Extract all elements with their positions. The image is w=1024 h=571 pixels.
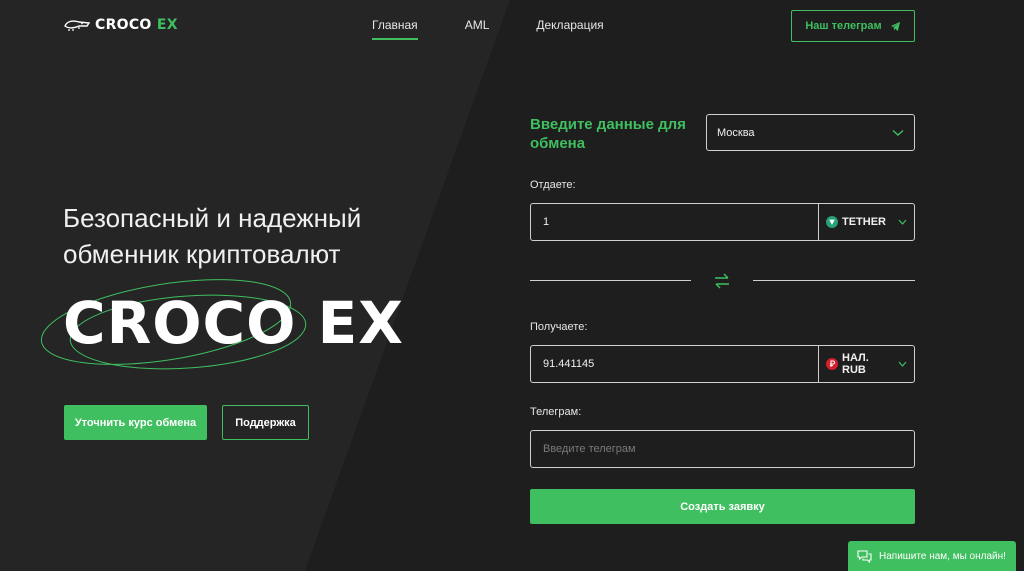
hero-brand: CROCO EX bbox=[63, 289, 404, 357]
city-select-value: Москва bbox=[717, 126, 755, 139]
ruble-icon bbox=[826, 358, 838, 370]
telegram-icon bbox=[890, 21, 900, 31]
divider-right bbox=[753, 280, 915, 281]
crocodile-logo-icon bbox=[64, 20, 91, 31]
chevron-down-icon bbox=[892, 129, 904, 136]
form-title: Введите данные для обмена bbox=[530, 116, 686, 152]
give-currency-name: TETHER bbox=[842, 216, 886, 228]
give-label: Отдаете: bbox=[530, 179, 576, 191]
exchange-rate-button[interactable]: Уточнить курс обмена bbox=[64, 405, 207, 440]
nav-declaration[interactable]: Декларация bbox=[536, 18, 603, 40]
get-currency-name: НАЛ. RUB bbox=[842, 352, 869, 376]
give-field: TETHER bbox=[530, 203, 915, 241]
chat-bubbles-icon bbox=[857, 549, 872, 563]
get-amount-input[interactable] bbox=[531, 346, 818, 382]
chat-widget[interactable]: Напишите нам, мы онлайн! bbox=[848, 541, 1016, 571]
hero-title: Безопасный и надежный обменник криптовал… bbox=[63, 203, 362, 269]
main-nav: Главная AML Декларация bbox=[372, 18, 604, 40]
city-select[interactable]: Москва bbox=[706, 114, 915, 151]
chevron-down-icon bbox=[898, 361, 907, 367]
telegram-label: Телеграм: bbox=[530, 406, 582, 418]
telegram-button[interactable]: Наш телеграм bbox=[791, 10, 915, 42]
get-label: Получаете: bbox=[530, 321, 588, 333]
nav-aml[interactable]: AML bbox=[465, 18, 490, 40]
support-button[interactable]: Поддержка bbox=[222, 405, 309, 440]
telegram-input[interactable] bbox=[531, 431, 914, 467]
tether-icon bbox=[826, 216, 838, 228]
logo-text: CROCO EX bbox=[95, 17, 178, 33]
telegram-field bbox=[530, 430, 915, 468]
chevron-down-icon bbox=[898, 219, 907, 225]
swap-arrows-icon[interactable] bbox=[713, 272, 731, 290]
logo[interactable]: CROCO EX bbox=[63, 17, 178, 33]
give-amount-input[interactable] bbox=[531, 204, 818, 240]
divider-left bbox=[530, 280, 691, 281]
nav-home[interactable]: Главная bbox=[372, 18, 418, 40]
give-currency-select[interactable]: TETHER bbox=[818, 204, 914, 240]
get-currency-select[interactable]: НАЛ. RUB bbox=[818, 346, 914, 382]
chat-label: Напишите нам, мы онлайн! bbox=[879, 550, 1006, 562]
create-request-button[interactable]: Создать заявку bbox=[530, 489, 915, 524]
get-field: НАЛ. RUB bbox=[530, 345, 915, 383]
telegram-button-label: Наш телеграм bbox=[805, 20, 882, 32]
